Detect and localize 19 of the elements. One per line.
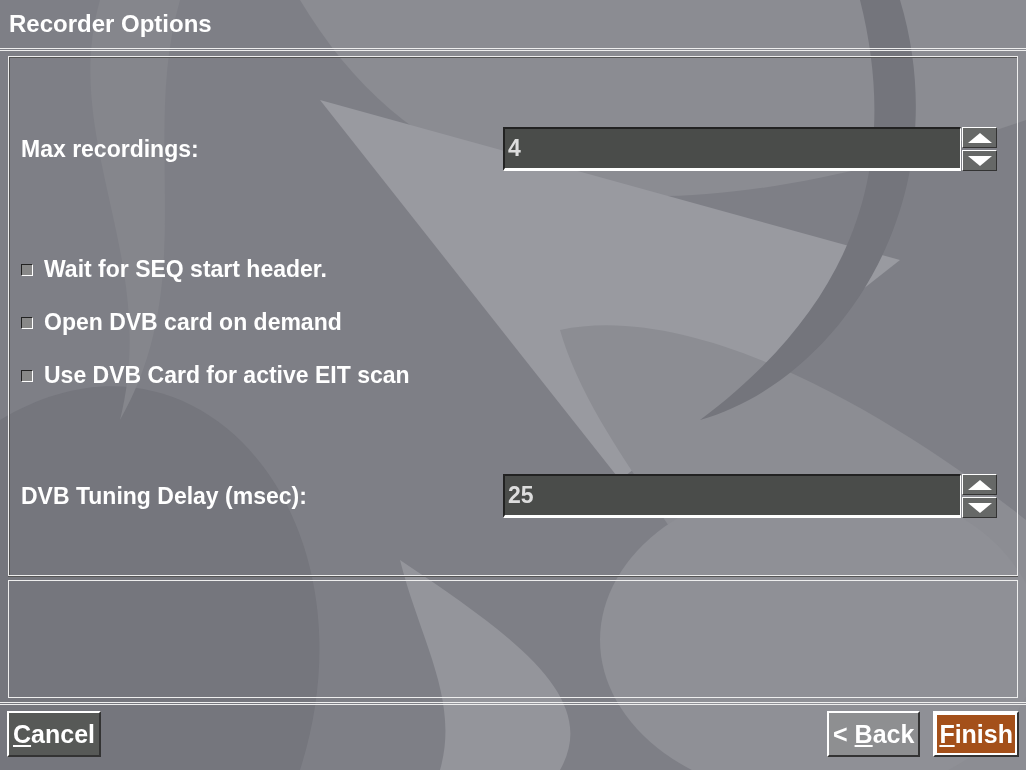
window-title: Recorder Options (9, 10, 212, 38)
checkbox-label: Wait for SEQ start header. (44, 256, 327, 283)
number-field[interactable]: 4 (503, 127, 961, 171)
up-arrow-icon (966, 131, 993, 144)
increment-button[interactable] (962, 474, 997, 495)
number-field[interactable]: 25 (503, 474, 961, 518)
wizard-button[interactable]: < Back (827, 711, 921, 757)
wizard-button[interactable]: Finish (933, 711, 1019, 757)
increment-button[interactable] (962, 127, 997, 148)
down-arrow-icon (966, 154, 993, 167)
up-arrow-icon (966, 478, 993, 491)
wizard-button[interactable]: Cancel (7, 711, 101, 757)
decrement-button[interactable] (962, 497, 997, 518)
down-arrow-icon (966, 501, 993, 514)
decrement-button[interactable] (962, 150, 997, 171)
setting-label: DVB Tuning Delay (msec): (21, 482, 307, 510)
checkbox-label: Open DVB card on demand (44, 309, 342, 336)
setting-label: Max recordings: (21, 135, 199, 163)
checkbox-label: Use DVB Card for active EIT scan (44, 362, 410, 389)
